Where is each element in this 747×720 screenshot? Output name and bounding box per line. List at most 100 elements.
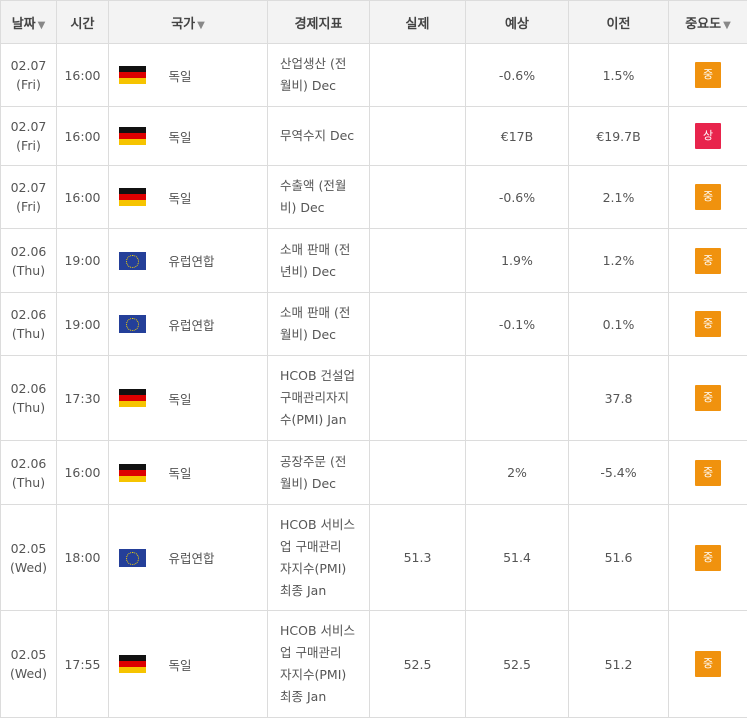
indicator-text-line: 산업생산 (전 — [280, 56, 347, 71]
time-cell: 19:00 — [56, 292, 109, 356]
flag-cell — [108, 43, 157, 107]
sort-arrow-icon[interactable]: ▼ — [38, 20, 46, 31]
country-cell: 유럽연합 — [156, 504, 268, 611]
time-cell: 16:00 — [56, 106, 109, 166]
germany-flag-icon — [119, 463, 147, 482]
flag-cell — [108, 292, 157, 356]
forecast-cell: 52.5 — [465, 610, 569, 718]
flag-cell — [108, 355, 157, 441]
flag-cell — [108, 610, 157, 718]
actual-cell — [369, 292, 466, 356]
flag-cell — [108, 440, 157, 505]
table-row[interactable]: 02.05 (Wed) 18:00 유럽연합 HCOB 서비스 업 구매관리 자지수(PMI… — [0, 504, 747, 611]
table-row[interactable]: 02.07 (Fri) 16:00 독일 수출액 (전월 비) Dec -0.6% 2.1% 중 — [0, 165, 747, 229]
actual-cell: 51.3 — [369, 504, 466, 611]
date-cell: 02.06 (Thu) — [0, 228, 57, 293]
previous-cell: €19.7B — [568, 106, 669, 166]
indicator-text-line: 월비) Dec — [280, 475, 337, 491]
forecast-cell — [465, 355, 569, 441]
importance-badge: 중 — [695, 311, 721, 337]
table-row[interactable]: 02.06 (Thu) 19:00 유럽연합 소매 판매 (전 월비) Dec -0.1% 0… — [0, 292, 747, 356]
eu-flag-icon — [119, 251, 147, 270]
forecast-cell: €17B — [465, 106, 569, 166]
importance-cell: 중 — [668, 165, 747, 229]
table-row[interactable]: 02.06 (Thu) 16:00 독일 공장주문 (전 월비) Dec 2% -5.4% 중 — [0, 440, 747, 505]
actual-column-header: 실제 — [369, 0, 466, 44]
actual-cell: 52.5 — [369, 610, 466, 718]
eu-flag-icon — [119, 548, 147, 567]
date-cell: 02.07 (Fri) — [0, 165, 57, 229]
date-cell: 02.06 (Thu) — [0, 355, 57, 441]
indicator-cell[interactable]: 소매 판매 (전 월비) Dec — [267, 292, 370, 356]
time-cell: 16:00 — [56, 43, 109, 107]
sort-arrow-icon[interactable]: ▼ — [197, 20, 205, 31]
indicator-cell[interactable]: 무역수지 Dec — [267, 106, 370, 166]
previous-cell: 2.1% — [568, 165, 669, 229]
sort-arrow-icon[interactable]: ▼ — [723, 20, 731, 31]
date-cell: 02.06 (Thu) — [0, 292, 57, 356]
indicator-cell[interactable]: 수출액 (전월비) Dec — [267, 165, 370, 229]
indicator-text-line: 비) Dec — [280, 200, 325, 215]
importance-badge: 중 — [695, 459, 721, 486]
table-row[interactable]: 02.05 (Wed) 17:55 독일 HCOB 서비스 업 구매관리 자지수(PMI) 최… — [0, 610, 747, 718]
germany-flag-icon — [119, 389, 147, 407]
indicator-text-line: 무역수지 Dec — [280, 128, 355, 143]
time-cell: 16:00 — [56, 440, 109, 505]
forecast-cell: -0.1% — [465, 292, 569, 356]
date-cell: 02.05 (Wed) — [0, 610, 57, 718]
eu-flag-icon — [119, 315, 147, 333]
importance-badge: 중 — [695, 544, 721, 571]
flag-cell — [108, 228, 157, 293]
date-cell: 02.06 (Thu) — [0, 440, 57, 505]
importance-cell: 중 — [668, 504, 747, 611]
flag-cell — [108, 504, 157, 611]
indicator-cell[interactable]: 소매 판매 (전년비) Dec — [267, 228, 370, 293]
previous-cell: 37.8 — [568, 355, 669, 441]
actual-cell — [369, 440, 466, 505]
indicator-cell[interactable]: 공장주문 (전 월비) Dec — [267, 440, 370, 505]
importance-cell: 중 — [668, 292, 747, 356]
germany-flag-icon — [119, 188, 147, 206]
actual-cell — [369, 106, 466, 166]
indicator-text-line: 수출액 (전월 — [280, 178, 347, 193]
indicator-cell[interactable]: HCOB 서비스 업 구매관리 자지수(PMI) 최종 Jan — [267, 610, 370, 718]
indicator-cell[interactable]: HCOB 서비스 업 구매관리 자지수(PMI) 최종 Jan — [267, 504, 370, 611]
indicator-text-line: 최종 Jan — [280, 582, 327, 598]
indicator-text-line: 년비) Dec — [280, 263, 337, 279]
time-cell: 17:30 — [56, 355, 109, 441]
flag-cell — [108, 165, 157, 229]
importance-badge: 중 — [695, 184, 721, 210]
table-header-row: 날짜 ▼ 시간 국가 ▼ 경제지표 실제 예상 이전 중요도 ▼ — [0, 0, 747, 44]
indicator-text-line: 수(PMI) Jan — [280, 412, 347, 427]
previous-cell: -5.4% — [568, 440, 669, 505]
indicator-cell[interactable]: HCOB 건설업 구매관리자지 수(PMI) Jan — [267, 355, 370, 441]
indicator-text-line: 최종 Jan — [280, 689, 327, 704]
country-cell: 독일 — [156, 610, 268, 718]
indicator-text-line: HCOB 서비스 — [280, 623, 356, 638]
indicator-text-line: 자지수(PMI) — [280, 667, 347, 682]
previous-cell: 51.2 — [568, 610, 669, 718]
date-column-header[interactable]: 날짜 ▼ — [0, 0, 57, 44]
importance-column-header[interactable]: 중요도 ▼ — [668, 0, 747, 44]
importance-cell: 상 — [668, 106, 747, 166]
table-body: 02.07 (Fri) 16:00 독일 산업생산 (전 월비) Dec -0.6% 1.5%… — [0, 43, 747, 718]
indicator-text-line: 소매 판매 (전 — [280, 241, 351, 257]
importance-cell: 중 — [668, 355, 747, 441]
actual-cell — [369, 228, 466, 293]
importance-cell: 중 — [668, 43, 747, 107]
table-row[interactable]: 02.07 (Fri) 16:00 독일 산업생산 (전 월비) Dec -0.6% 1.5%… — [0, 43, 747, 107]
date-cell: 02.07 (Fri) — [0, 43, 57, 107]
time-cell: 19:00 — [56, 228, 109, 293]
country-cell: 독일 — [156, 165, 268, 229]
importance-badge: 상 — [695, 123, 721, 149]
previous-cell: 51.6 — [568, 504, 669, 611]
actual-cell — [369, 165, 466, 229]
table-row[interactable]: 02.06 (Thu) 19:00 유럽연합 소매 판매 (전 년비) Dec 1.9% 1.… — [0, 228, 747, 293]
country-column-header[interactable]: 국가 ▼ — [108, 0, 268, 44]
forecast-cell: 51.4 — [465, 504, 569, 611]
forecast-cell: 2% — [465, 440, 569, 505]
table-row[interactable]: 02.07 (Fri) 16:00 독일 무역수지 Dec €17B €19.7B 상 — [0, 106, 747, 166]
indicator-cell[interactable]: 산업생산 (전 월비) Dec — [267, 43, 370, 107]
previous-cell: 1.5% — [568, 43, 669, 107]
table-row[interactable]: 02.06 (Thu) 17:30 독일 HCOB 건설업 구매관리자지 수(PMI) Ja… — [0, 355, 747, 441]
